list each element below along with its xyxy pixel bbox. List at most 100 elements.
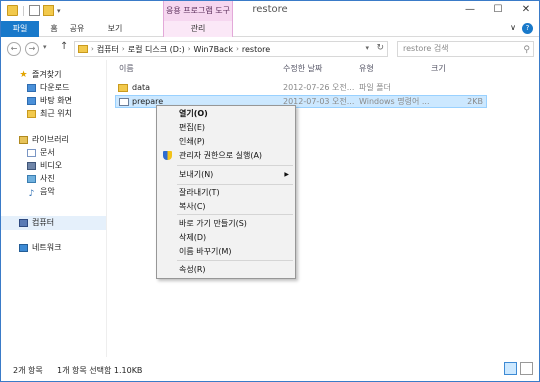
nav-computer-label: 컴퓨터 [32,218,55,227]
nav-item-label: 사진 [40,174,55,183]
recent-locations-dropdown[interactable]: ▾ [43,43,47,51]
table-row[interactable]: data 2012-07-26 오전... 파일 폴더 [115,82,487,95]
nav-favorites[interactable]: ★ 즐겨찾기 [19,69,61,81]
back-button[interactable]: ← [7,42,21,56]
refresh-icon[interactable]: ↻ [376,43,384,53]
context-group-label: 응용 프로그램 도구 [163,1,233,21]
ribbon-tabs: 파일 홈 공유 보기 관리 ∨ ? [1,21,539,37]
star-icon: ★ [19,70,28,80]
menu-item-delete[interactable]: 삭제(D) [159,231,293,244]
menu-separator [177,165,293,166]
menu-item-properties[interactable]: 속성(R) [159,263,293,276]
quick-access-toolbar: ▾ [7,5,61,16]
column-header-name[interactable]: 이름 [119,63,134,74]
nav-libraries-label: 라이브러리 [32,135,69,144]
menu-item-run-as-admin[interactable]: 관리자 권한으로 실행(A) [159,149,293,162]
details-view-icon[interactable] [504,362,517,375]
address-bar[interactable]: › 컴퓨터 › 로컬 디스크 (D:) › Win7Back › restore… [74,41,388,57]
menu-item-cut[interactable]: 잘라내기(T) [159,186,293,199]
tab-share[interactable]: 공유 [65,21,89,37]
pictures-icon [27,175,36,183]
new-folder-icon[interactable] [43,5,54,16]
breadcrumb-restore[interactable]: restore [242,45,270,54]
toolbar-divider [23,5,24,16]
document-icon[interactable] [29,5,40,16]
breadcrumb-local-disk[interactable]: 로컬 디스크 (D:) [128,44,185,55]
file-size: 2KB [467,97,483,106]
breadcrumb-win7back[interactable]: Win7Back [194,45,234,54]
help-icon[interactable]: ? [522,23,533,34]
nav-item-documents[interactable]: 문서 [27,147,55,159]
search-input[interactable]: restore 검색 ⚲ [397,41,534,57]
nav-item-music[interactable]: ♪ 음악 [27,186,55,199]
up-button[interactable]: ↑ [60,41,68,52]
submenu-arrow-icon: ▶ [284,171,289,178]
menu-item-edit[interactable]: 편집(E) [159,121,293,134]
tab-file[interactable]: 파일 [1,21,39,37]
large-icons-view-icon[interactable] [520,362,533,375]
nav-item-recent[interactable]: 최근 위치 [27,108,72,120]
batch-file-icon [119,98,129,106]
network-icon [19,244,28,252]
address-dropdown[interactable]: ▾ [365,44,369,52]
status-bar: 2개 항목 1개 항목 선택함 1.10KB [1,357,539,381]
status-item-count: 2개 항목 [13,366,43,375]
window-controls: — ☐ ✕ [463,4,533,15]
file-name: data [132,83,151,92]
breadcrumb-separator[interactable]: › [122,45,125,53]
column-header-type[interactable]: 유형 [359,63,374,74]
nav-computer[interactable]: 컴퓨터 [19,217,54,229]
library-icon [19,136,28,144]
recent-places-icon [27,110,36,118]
music-icon: ♪ [28,189,35,199]
nav-item-pictures[interactable]: 사진 [27,173,55,185]
forward-button[interactable]: → [25,42,39,56]
folder-icon [78,45,88,53]
nav-item-label: 음악 [40,187,55,196]
column-header-size[interactable]: 크기 [431,63,446,74]
tab-home[interactable]: 홈 [45,21,63,37]
search-icon[interactable]: ⚲ [523,43,530,57]
menu-separator [177,184,293,185]
breadcrumb-separator[interactable]: › [188,45,191,53]
title-bar: ▾ 응용 프로그램 도구 restore — ☐ ✕ [1,1,539,21]
nav-item-downloads[interactable]: 다운로드 [27,82,69,94]
nav-item-videos[interactable]: 비디오 [27,160,62,172]
breadcrumb-separator: › [91,45,94,53]
tab-manage[interactable]: 관리 [163,21,233,37]
nav-libraries[interactable]: 라이브러리 [19,134,69,146]
menu-item-open[interactable]: 열기(O) [159,107,293,120]
nav-network-label: 네트워크 [32,243,62,252]
quick-access-dropdown[interactable]: ▾ [57,7,61,15]
menu-item-copy[interactable]: 복사(C) [159,200,293,213]
explorer-window: ▾ 응용 프로그램 도구 restore — ☐ ✕ 파일 홈 공유 보기 관리… [0,0,540,382]
minimize-button[interactable]: — [463,4,477,15]
breadcrumb-separator[interactable]: › [236,45,239,53]
videos-icon [27,162,36,170]
file-date: 2012-07-26 오전... [283,83,355,92]
nav-item-label: 다운로드 [40,83,70,92]
close-button[interactable]: ✕ [519,4,533,15]
folder-icon [7,5,18,16]
file-type: Windows 명령어 ... [359,97,430,106]
desktop-folder-icon [27,97,36,105]
nav-favorites-label: 즐겨찾기 [32,70,62,79]
menu-item-label: 관리자 권한으로 실행(A) [179,151,263,160]
menu-item-print[interactable]: 인쇄(P) [159,135,293,148]
nav-network[interactable]: 네트워크 [19,242,61,254]
breadcrumb-computer[interactable]: 컴퓨터 [97,44,119,55]
menu-item-send-to[interactable]: 보내기(N) ▶ [159,168,293,181]
file-type: 파일 폴더 [359,83,391,92]
uac-shield-icon [163,151,172,160]
nav-item-desktop[interactable]: 바탕 화면 [27,95,72,107]
column-header-date[interactable]: 수정한 날짜 [283,63,322,74]
menu-item-create-shortcut[interactable]: 바로 가기 만들기(S) [159,217,293,230]
maximize-button[interactable]: ☐ [491,4,505,15]
expand-ribbon-icon[interactable]: ∨ [510,23,516,34]
menu-item-rename[interactable]: 이름 바꾸기(M) [159,245,293,258]
navigation-pane: ★ 즐겨찾기 다운로드 바탕 화면 최근 위치 라이브러리 문서 비디오 사진 … [1,60,107,357]
context-menu: 열기(O) 편집(E) 인쇄(P) 관리자 권한으로 실행(A) 보내기(N) … [156,105,296,279]
tab-view[interactable]: 보기 [105,21,125,37]
menu-separator [177,260,293,261]
nav-item-label: 최근 위치 [40,109,72,118]
